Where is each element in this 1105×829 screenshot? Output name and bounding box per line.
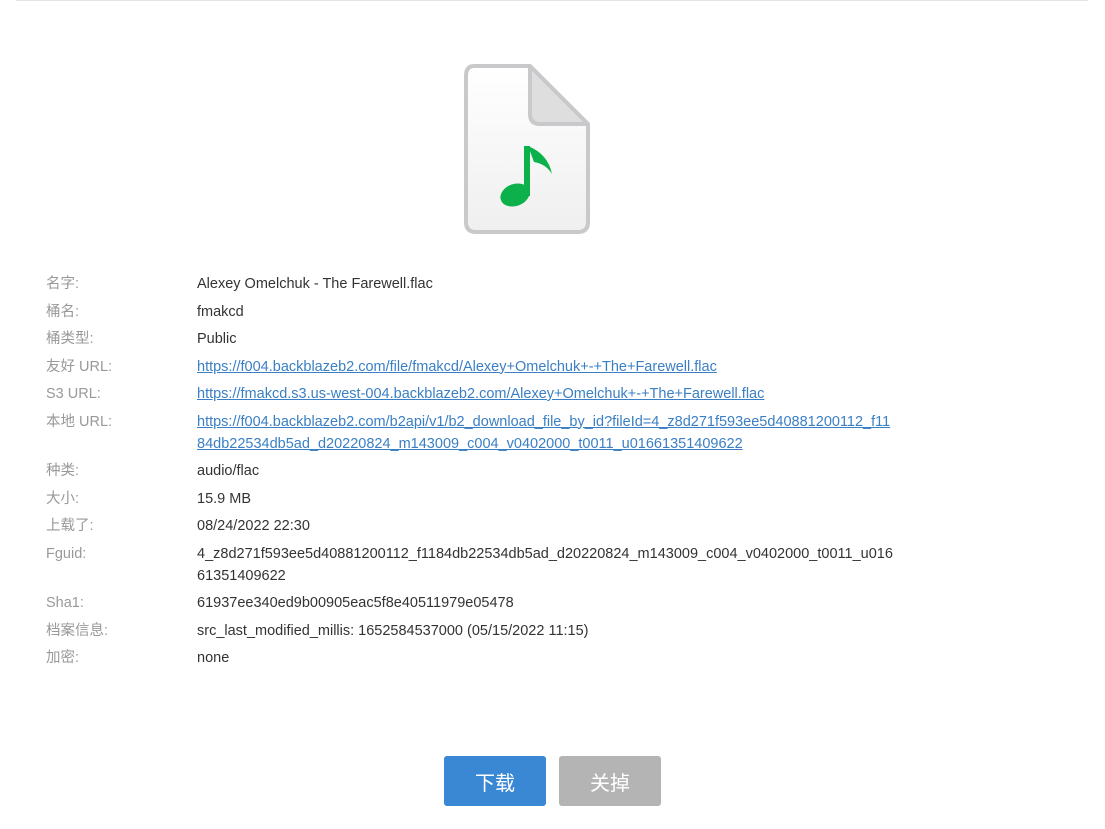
detail-label: S3 URL: [46, 386, 101, 402]
detail-label: 种类: [46, 463, 80, 479]
detail-value-s3-url[interactable]: https://fmakcd.s3.us-west-004.backblazeb… [197, 383, 897, 405]
audio-file-icon [462, 62, 594, 238]
detail-row-bucket-type: 桶类型: Public [46, 328, 926, 350]
detail-value-name: Alexey Omelchuk - The Farewell.flac [197, 276, 433, 292]
detail-label: Fguid: [46, 545, 87, 562]
detail-value-size: 15.9 MB [197, 490, 251, 507]
detail-row-size: 大小: 15.9 MB [46, 488, 926, 510]
detail-row-name: 名字: Alexey Omelchuk - The Farewell.flac [46, 273, 926, 295]
detail-label: 本地 URL: [46, 413, 113, 430]
detail-label: 加密: [46, 650, 80, 666]
file-details: 名字: Alexey Omelchuk - The Farewell.flac 桶名… [46, 273, 926, 675]
detail-value-bucket-type: Public [197, 331, 237, 347]
detail-row-uploaded: 上载了: 08/24/2022 22:30 [46, 515, 926, 537]
detail-row-sha1: Sha1: 61937ee340ed9b00905eac5f8e40511979e… [46, 592, 926, 614]
download-button[interactable]: 下载 [444, 756, 546, 806]
detail-value-native-url[interactable]: https://f004.backblazeb2.com/b2api/v1/b2… [197, 411, 897, 455]
detail-label: 名字: [46, 276, 80, 292]
detail-row-friendly-url: 友好 URL: https://f004.backblazeb2.com/file… [46, 356, 926, 378]
top-divider [16, 0, 1088, 1]
detail-row-file-info: 档案信息: src_last_modified_millis: 165258453… [46, 620, 926, 642]
detail-label: 档案信息: [46, 622, 109, 639]
detail-value-kind: audio/flac [197, 463, 260, 479]
detail-label: 上载了: [46, 518, 94, 534]
detail-label: 大小: [46, 490, 80, 507]
detail-row-native-url: 本地 URL: https://f004.backblazeb2.com/b2ap… [46, 411, 926, 455]
detail-label: 友好 URL: [46, 358, 113, 375]
detail-row-fguid: Fguid: 4_z8d271f593ee5d40881200112_f1184d… [46, 543, 926, 587]
detail-value-encryption: none [197, 650, 230, 666]
detail-row-s3-url: S3 URL: https://fmakcd.s3.us-west-004.bac… [46, 383, 926, 405]
detail-row-bucket-name: 桶名: fmakcd [46, 301, 926, 323]
detail-row-kind: 种类: audio/flac [46, 460, 926, 482]
detail-value-uploaded: 08/24/2022 22:30 [197, 518, 310, 534]
close-button[interactable]: 关掉 [559, 756, 661, 806]
detail-value-bucket-name: fmakcd [197, 303, 244, 320]
detail-row-encryption: 加密: none [46, 647, 926, 669]
detail-label: 桶名: [46, 303, 80, 320]
detail-value-file-info: src_last_modified_millis: 1652584537000 … [197, 622, 589, 639]
detail-label: Sha1: [46, 595, 84, 611]
detail-value-fguid: 4_z8d271f593ee5d40881200112_f1184db22534… [197, 545, 893, 584]
detail-label: 桶类型: [46, 331, 94, 347]
detail-value-friendly-url[interactable]: https://f004.backblazeb2.com/file/fmakcd… [197, 356, 897, 378]
detail-value-sha1: 61937ee340ed9b00905eac5f8e40511979e05478 [197, 595, 514, 611]
